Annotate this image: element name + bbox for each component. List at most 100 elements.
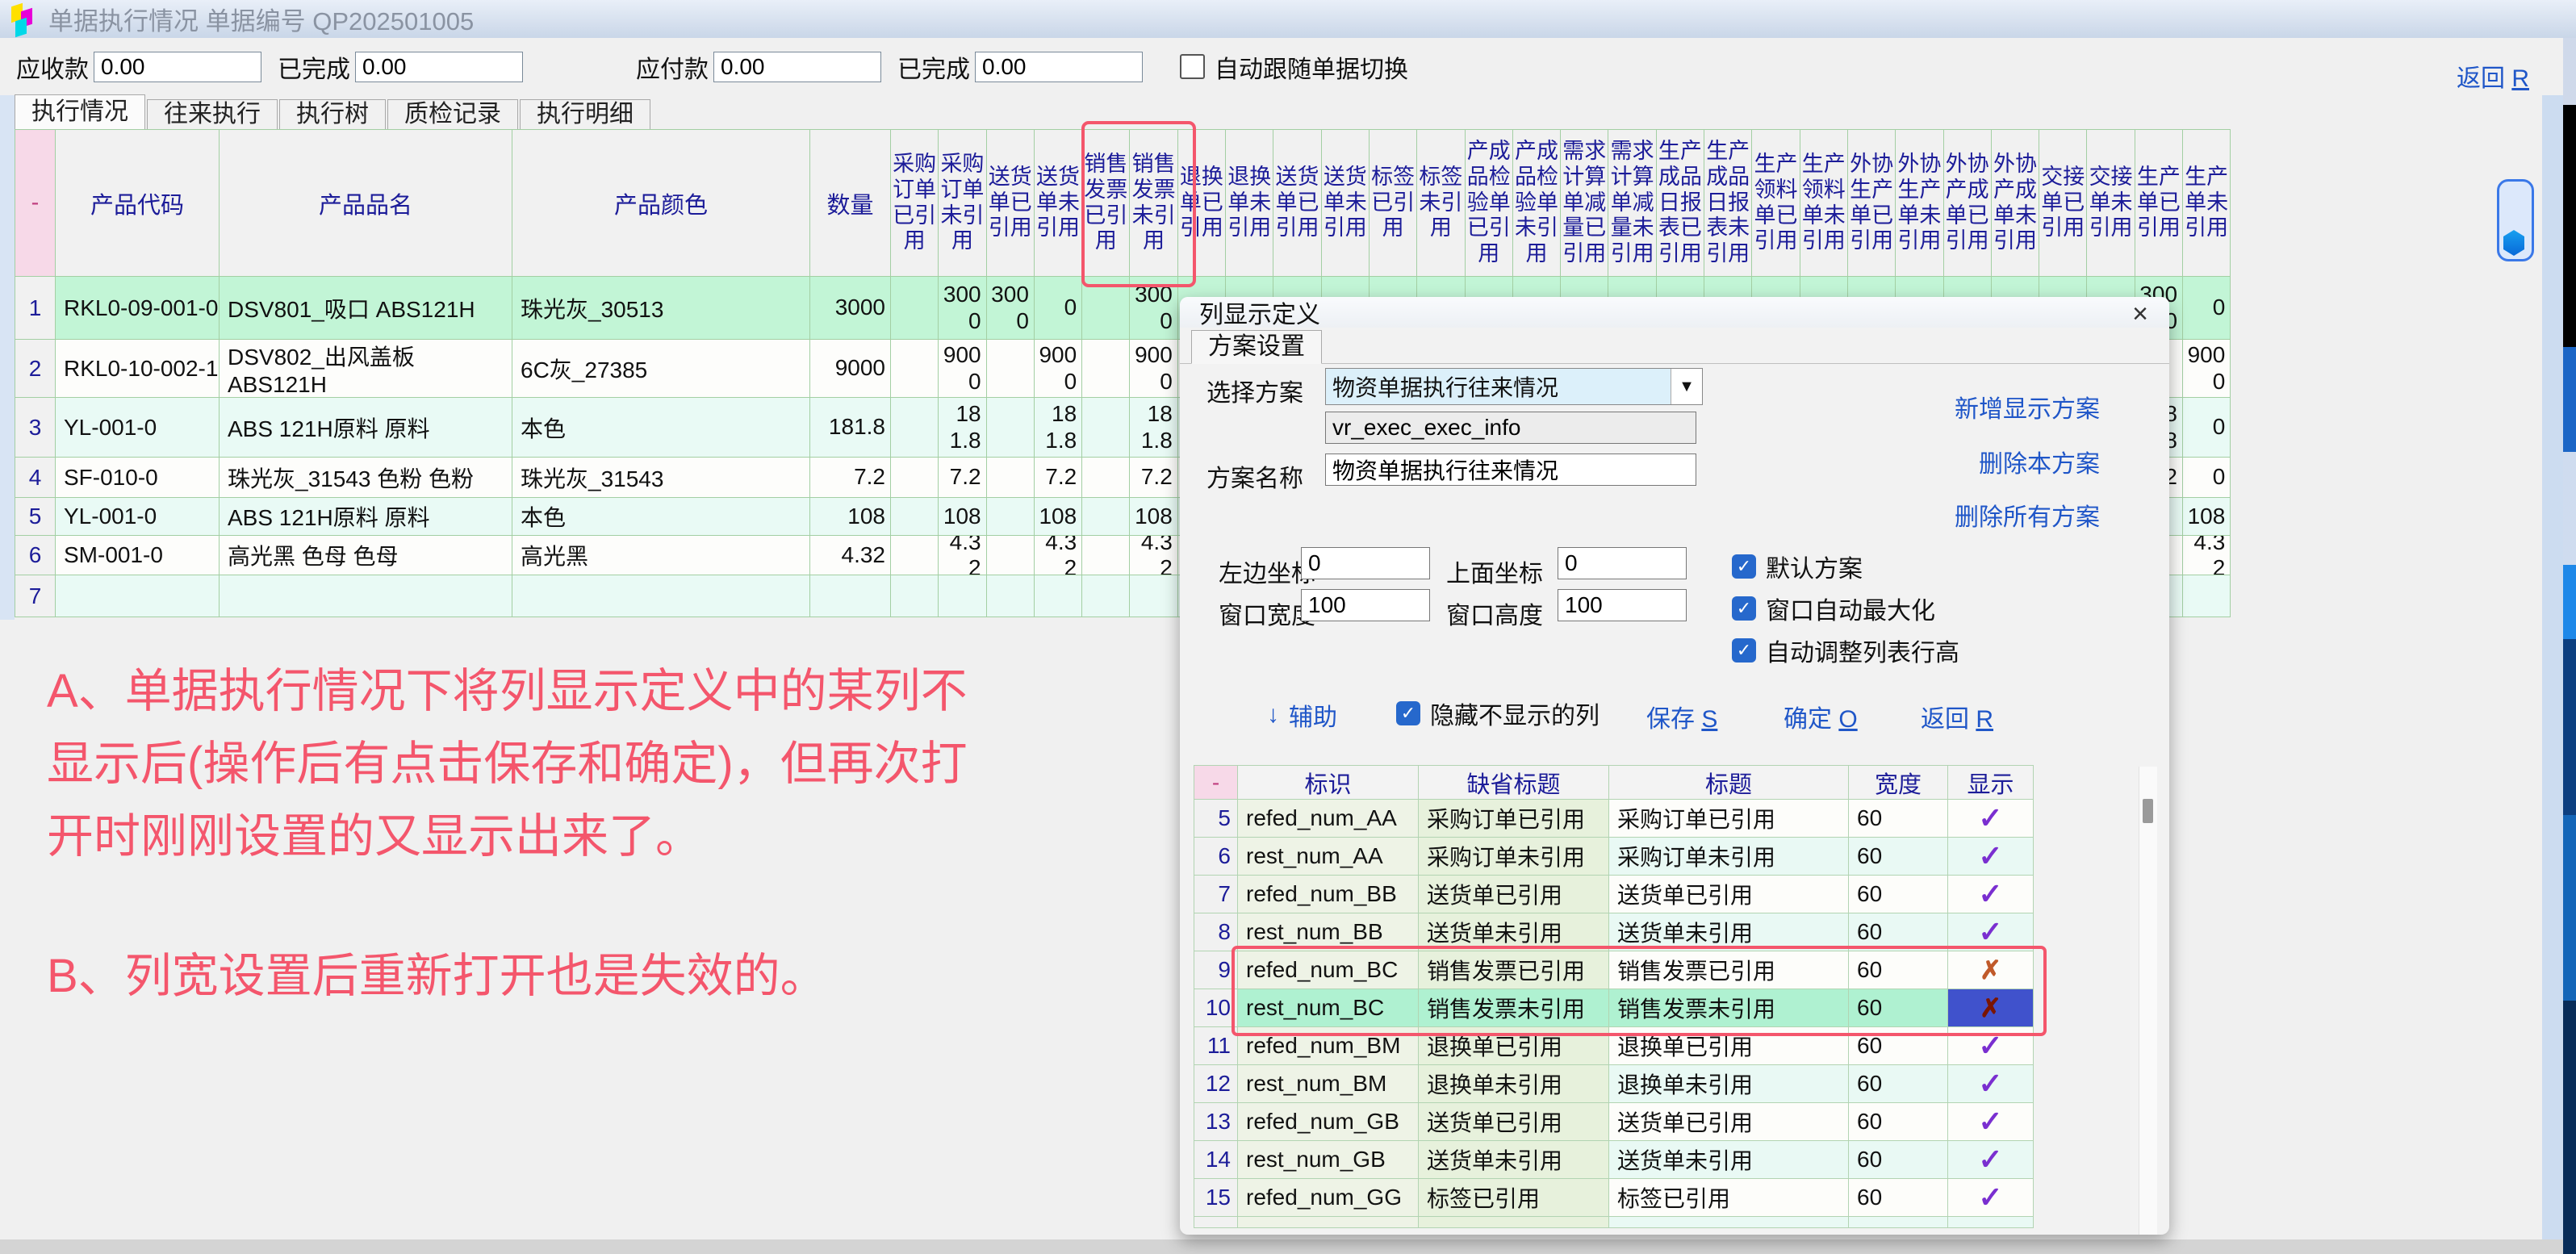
table-cell[interactable]: 7.2 xyxy=(1130,458,1177,498)
cell-title[interactable]: 采购订单未引用 xyxy=(1609,838,1849,876)
cell-width[interactable]: 60 xyxy=(1849,876,1948,913)
dialog-table-scrollbar[interactable] xyxy=(2139,767,2157,1235)
cell-title[interactable] xyxy=(1609,1217,1849,1228)
cell-default-title[interactable] xyxy=(1419,1217,1609,1228)
cell-product-color[interactable]: 珠光灰_31543 xyxy=(512,458,810,498)
row-number[interactable]: 6 xyxy=(1194,838,1238,876)
window-height-input[interactable] xyxy=(1558,589,1687,621)
cell-title[interactable]: 采购订单已引用 xyxy=(1609,800,1849,838)
table-cell[interactable]: 108 xyxy=(939,498,986,536)
table-cell[interactable]: 9000 xyxy=(2183,340,2231,398)
cell-product-name[interactable]: ABS 121H原料 原料 xyxy=(220,398,512,458)
payable-input[interactable] xyxy=(713,52,881,82)
back-button[interactable]: 返回 R xyxy=(1921,699,1993,734)
table-cell[interactable]: 9000 xyxy=(1035,340,1082,398)
auto-maximize-check[interactable]: ✓ 窗口自动最大化 xyxy=(1732,591,1935,626)
table-cell[interactable]: 108 xyxy=(1035,498,1082,536)
row-number[interactable]: 12 xyxy=(1194,1065,1238,1103)
table-cell[interactable] xyxy=(987,575,1035,617)
table-cell[interactable] xyxy=(891,398,939,458)
cell-default-title[interactable]: 送货单已引用 xyxy=(1419,876,1609,913)
cell-title[interactable]: 标签已引用 xyxy=(1609,1179,1849,1217)
tab-exec-tree[interactable]: 执行树 xyxy=(279,99,386,129)
row-number[interactable]: 6 xyxy=(15,536,56,575)
cell-width[interactable] xyxy=(1849,1217,1948,1228)
table-cell[interactable] xyxy=(1082,398,1130,458)
cell-quantity[interactable] xyxy=(810,575,891,617)
table-cell[interactable]: 108 xyxy=(1130,498,1177,536)
cell-product-name[interactable]: DSV801_吸口 ABS121H xyxy=(220,277,512,340)
cell-identifier[interactable]: refed_num_GG xyxy=(1238,1179,1419,1217)
table-cell[interactable] xyxy=(987,458,1035,498)
row-number[interactable]: 1 xyxy=(15,277,56,340)
cell-identifier[interactable]: rest_num_AA xyxy=(1238,838,1419,876)
cell-default-title[interactable]: 送货单未引用 xyxy=(1419,1141,1609,1179)
row-number[interactable]: 3 xyxy=(15,398,56,458)
dialog-close-button[interactable]: × xyxy=(2132,299,2148,330)
cell-identifier[interactable]: refed_num_GB xyxy=(1238,1103,1419,1141)
table-cell[interactable] xyxy=(987,340,1035,398)
window-width-input[interactable] xyxy=(1301,589,1430,621)
scheme-select[interactable]: 物资单据执行往来情况 ▼ xyxy=(1325,368,1703,405)
cell-width[interactable]: 60 xyxy=(1849,838,1948,876)
save-button[interactable]: 保存 S xyxy=(1646,699,1717,734)
cell-show-toggle[interactable] xyxy=(1948,1217,2034,1228)
table-cell[interactable] xyxy=(891,458,939,498)
chevron-down-icon[interactable]: ▼ xyxy=(1671,369,1702,404)
table-cell[interactable]: 3000 xyxy=(987,277,1035,340)
cell-default-title[interactable]: 送货单已引用 xyxy=(1419,1103,1609,1141)
row-number[interactable]: 8 xyxy=(1194,913,1238,951)
cell-product-name[interactable]: ABS 121H原料 原料 xyxy=(220,498,512,536)
table-cell[interactable] xyxy=(891,536,939,575)
add-scheme-link[interactable]: 新增显示方案 xyxy=(1955,389,2100,424)
cell-quantity[interactable]: 108 xyxy=(810,498,891,536)
cell-identifier[interactable]: refed_num_AA xyxy=(1238,800,1419,838)
cell-quantity[interactable]: 4.32 xyxy=(810,536,891,575)
cell-quantity[interactable]: 9000 xyxy=(810,340,891,398)
table-cell[interactable]: 0 xyxy=(2183,458,2231,498)
cell-quantity[interactable]: 7.2 xyxy=(810,458,891,498)
cell-product-code[interactable]: SF-010-0 xyxy=(56,458,220,498)
table-cell[interactable]: 0 xyxy=(1035,277,1082,340)
row-number[interactable]: 15 xyxy=(1194,1179,1238,1217)
cell-width[interactable]: 60 xyxy=(1849,1179,1948,1217)
cell-title[interactable]: 送货单已引用 xyxy=(1609,1103,1849,1141)
cell-show-toggle[interactable]: ✓ xyxy=(1948,800,2034,838)
cell-product-code[interactable] xyxy=(56,575,220,617)
cell-default-title[interactable]: 采购订单已引用 xyxy=(1419,800,1609,838)
cell-product-color[interactable]: 本色 xyxy=(512,498,810,536)
row-number[interactable]: 7 xyxy=(1194,876,1238,913)
cell-show-toggle[interactable]: ✓ xyxy=(1948,876,2034,913)
row-number[interactable]: 13 xyxy=(1194,1103,1238,1141)
table-cell[interactable]: 4.32 xyxy=(939,536,986,575)
cell-identifier[interactable] xyxy=(1238,1217,1419,1228)
tab-scheme-settings[interactable]: 方案设置 xyxy=(1191,330,1322,364)
table-cell[interactable] xyxy=(1082,536,1130,575)
table-cell[interactable] xyxy=(987,498,1035,536)
cell-width[interactable]: 60 xyxy=(1849,1065,1948,1103)
table-cell[interactable] xyxy=(2183,575,2231,617)
aux-button[interactable]: ↓ 辅助 xyxy=(1267,697,1337,733)
table-cell[interactable]: 181.8 xyxy=(1130,398,1177,458)
table-cell[interactable]: 0 xyxy=(2183,398,2231,458)
row-number[interactable]: 5 xyxy=(15,498,56,536)
cell-product-code[interactable]: RKL0-09-001-0 xyxy=(56,277,220,340)
table-cell[interactable]: 181.8 xyxy=(1035,398,1082,458)
receivable-input[interactable] xyxy=(94,52,261,82)
table-cell[interactable] xyxy=(1035,575,1082,617)
table-cell[interactable] xyxy=(939,575,986,617)
table-cell[interactable]: 181.8 xyxy=(939,398,986,458)
cell-default-title[interactable]: 标签已引用 xyxy=(1419,1179,1609,1217)
cell-title[interactable]: 送货单已引用 xyxy=(1609,876,1849,913)
scheme-name-input[interactable] xyxy=(1325,454,1696,486)
cell-show-toggle[interactable]: ✓ xyxy=(1948,1141,2034,1179)
ok-button[interactable]: 确定 O xyxy=(1784,699,1858,734)
table-cell[interactable] xyxy=(891,575,939,617)
tab-exec-detail[interactable]: 执行明细 xyxy=(520,99,650,129)
row-number[interactable]: 14 xyxy=(1194,1141,1238,1179)
main-vertical-scrollbar[interactable] xyxy=(2542,95,2563,1254)
cell-product-color[interactable]: 6C灰_27385 xyxy=(512,340,810,398)
cell-product-code[interactable]: RKL0-10-002-1 xyxy=(56,340,220,398)
table-cell[interactable]: 4.32 xyxy=(2183,536,2231,575)
table-cell[interactable] xyxy=(891,498,939,536)
